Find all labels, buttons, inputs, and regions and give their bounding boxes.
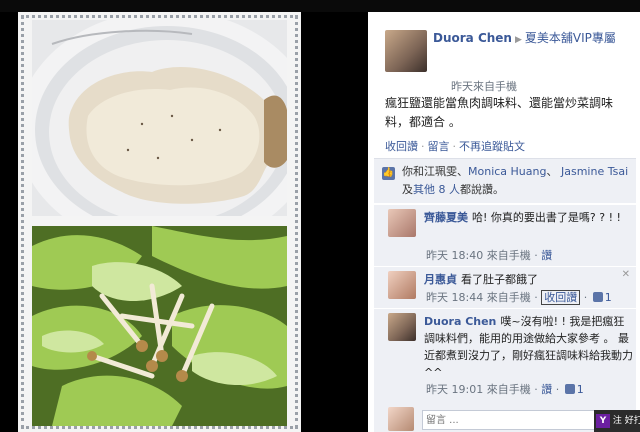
yahoo-label: 注 好打: [612, 416, 640, 426]
close-icon[interactable]: ✕: [622, 269, 630, 280]
likes-text: 你和江珮雯、Monica Huang、 Jasmine Tsai 及其他 8 人…: [402, 163, 632, 199]
comment-item: 齊藤夏美 哈! 你真的要出書了是嗎? ? ! ! 昨天 18:40 來自手機 · …: [374, 204, 636, 266]
comment-unlike-link[interactable]: 收回讚: [541, 290, 581, 305]
commenter-avatar[interactable]: [388, 313, 416, 341]
comment-text: 看了肚子都餓了: [461, 273, 538, 286]
comment-via: 來自手機: [486, 291, 531, 304]
separator: 、: [546, 165, 558, 178]
unlike-link[interactable]: 收回讚: [385, 140, 418, 153]
top-bar: [0, 0, 640, 12]
unfollow-link[interactable]: 不再追蹤貼文: [459, 140, 525, 153]
photo-viewer[interactable]: [18, 12, 301, 432]
comment-like-link[interactable]: 讚: [541, 249, 552, 262]
comment-like-count[interactable]: 1: [577, 383, 584, 396]
separator: ·: [421, 140, 425, 153]
liker-name[interactable]: Jasmine Tsai: [561, 165, 628, 178]
post-title: Duora Chen ▶ 夏美本舖VIP專屬: [433, 30, 631, 48]
commenter-name[interactable]: 月惠貞: [424, 273, 457, 286]
comment-body: Duora Chen 噗~沒有啦! ! 我是把瘋狂調味料們，能用的用途做給大家參考…: [424, 313, 634, 381]
post-panel: Duora Chen ▶ 夏美本舖VIP專屬 昨天來自手機 瘋狂鹽還能當魚肉調味料、…: [368, 12, 640, 432]
comment-time[interactable]: 昨天 19:01: [426, 383, 483, 396]
comment-link[interactable]: 留言: [428, 140, 450, 153]
comment-item: Duora Chen 噗~沒有啦! ! 我是把瘋狂調味料們，能用的用途做給大家參考…: [374, 308, 636, 404]
grilled-fish-photo: [32, 20, 287, 216]
liker-name[interactable]: Monica Huang: [468, 165, 546, 178]
comment-item: 月惠貞 看了肚子都餓了 ✕ 昨天 18:44 來自手機 · 收回讚 · 1: [374, 266, 636, 308]
post-header: Duora Chen ▶ 夏美本舖VIP專屬 昨天來自手機: [385, 30, 635, 93]
commenter-name[interactable]: 齊藤夏美: [424, 211, 468, 224]
author-name[interactable]: Duora Chen: [433, 31, 512, 45]
arrow-icon: ▶: [514, 35, 522, 45]
comment-like-count[interactable]: 1: [605, 291, 612, 304]
comment-input[interactable]: [422, 410, 612, 430]
thumbs-up-icon: [564, 384, 575, 394]
thumbs-up-icon: 👍: [382, 167, 395, 180]
stir-fried-cabbage-photo: [32, 226, 287, 426]
comment-time[interactable]: 昨天 18:40: [426, 249, 483, 262]
likes-suffix: 都說讚。: [460, 183, 504, 196]
post-body: 瘋狂鹽還能當魚肉調味料、還能當炒菜調味料，都適合 。: [385, 96, 614, 129]
commenter-avatar[interactable]: [388, 271, 416, 299]
yahoo-logo: Y: [596, 413, 610, 428]
likes-prefix: 你和江珮雯、: [402, 165, 468, 178]
thumbs-up-icon: [592, 292, 603, 302]
comment-body: 月惠貞 看了肚子都餓了: [424, 271, 634, 288]
comment-via: 來自手機: [486, 383, 531, 396]
comment-meta: 昨天 19:01 來自手機 · 讚 · 1: [426, 383, 584, 396]
post-actions: 收回讚 · 留言 · 不再追蹤貼文: [385, 138, 525, 154]
likes-others-link[interactable]: 其他 8 人: [413, 183, 460, 196]
commenter-avatar[interactable]: [388, 209, 416, 237]
likes-and: 及: [402, 183, 413, 196]
comment-text: 哈! 你真的要出書了是嗎? ? ! !: [472, 211, 621, 224]
comment-like-link[interactable]: 讚: [541, 383, 552, 396]
comment-meta: 昨天 18:44 來自手機 · 收回讚 · 1: [426, 290, 612, 305]
comment-via: 來自手機: [486, 249, 531, 262]
separator: ·: [452, 140, 457, 153]
likes-box: 👍 你和江珮雯、Monica Huang、 Jasmine Tsai 及其他 8…: [374, 158, 636, 203]
comment-time[interactable]: 昨天 18:44: [426, 291, 483, 304]
post-time[interactable]: 昨天來自手機: [451, 78, 517, 94]
comment-meta: 昨天 18:40 來自手機 · 讚: [426, 249, 553, 262]
comment-body: 齊藤夏美 哈! 你真的要出書了是嗎? ? ! !: [424, 209, 634, 226]
author-avatar[interactable]: [385, 30, 427, 72]
yahoo-toolbar[interactable]: Y 注 好打: [594, 410, 640, 432]
user-avatar: [388, 407, 414, 431]
group-name[interactable]: 夏美本舖VIP專屬: [525, 31, 616, 45]
commenter-name[interactable]: Duora Chen: [424, 315, 496, 328]
